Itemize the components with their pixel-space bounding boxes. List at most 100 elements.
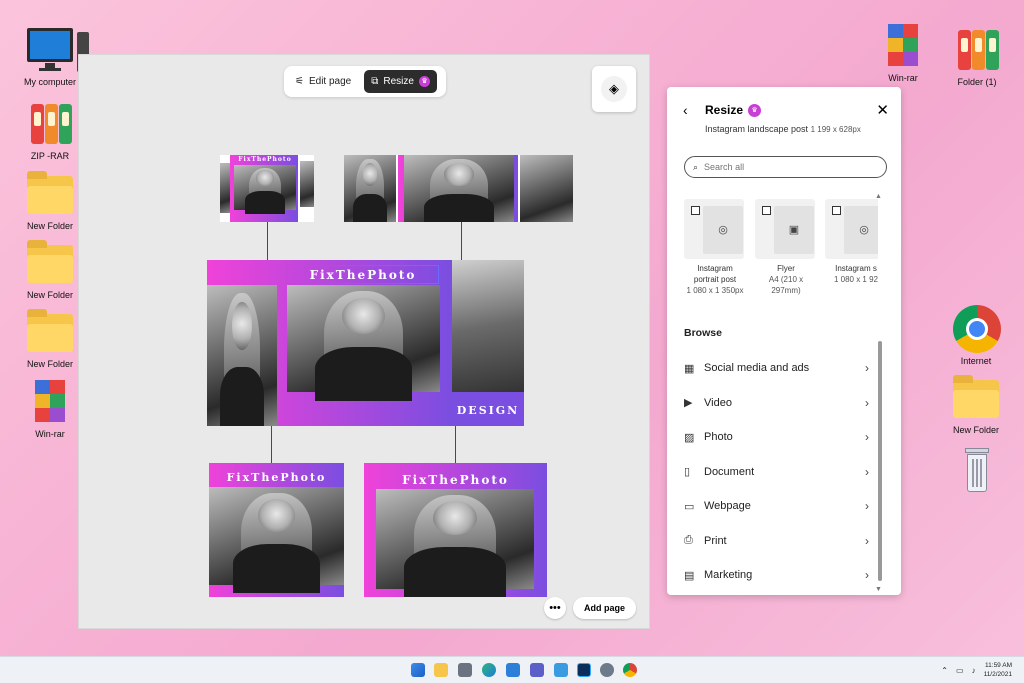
brand-text: FixThePhoto [226,471,327,484]
resize-button[interactable]: ⧉ Resize ♛ [364,70,437,93]
document-icon: ▯ [684,466,691,479]
photos-icon[interactable] [554,663,568,677]
connector-line [271,425,272,463]
browse-item-label: Photo [704,431,733,444]
browse-item-marketing[interactable]: ▤ Marketing › [684,558,869,593]
page-thumbnail-small[interactable]: FixThePhoto DESIGN [220,155,314,222]
desktop-icon-new-folder-1[interactable]: New Folder [15,170,85,231]
template-name: Instagram portrait post [693,264,737,284]
browse-item-webpage[interactable]: ▭ Webpage › [684,489,869,524]
template-card-flyer[interactable]: ▣ Flyer A4 (210 x 297mm) [755,199,817,296]
scroll-up-icon[interactable]: ▲ [875,193,882,200]
close-icon[interactable]: ✕ [876,101,889,119]
chevron-right-icon: › [865,533,869,548]
volume-icon[interactable]: ♪ [972,666,976,675]
scrollbar-thumb[interactable] [878,341,882,581]
search-field[interactable]: ⌕ [684,156,887,178]
desktop-icon-label: ZIP -RAR [30,151,70,161]
browse-item-print[interactable]: ⎙ Print › [684,524,869,559]
current-format-name: Instagram landscape post [705,124,809,134]
network-icon[interactable]: ▭ [956,666,964,675]
desktop-icon-new-folder-right[interactable]: New Folder [941,374,1011,435]
instagram-icon: ◎ [844,206,878,254]
premium-crown-icon: ♛ [748,103,762,117]
template-card-instagram-story[interactable]: ◎ Instagram s 1 080 x 1 92 [825,199,878,285]
template-dims: 1 080 x 1 92 [833,275,878,284]
search-input[interactable] [704,162,855,172]
teams-icon[interactable] [530,663,544,677]
system-tray: ⌃ ▭ ♪ 11:59 AM 11/2/2021 [941,661,1012,679]
store-icon[interactable] [506,663,520,677]
page-actions: ••• Add page [543,597,636,619]
browse-item-social-media[interactable]: ▦ Social media and ads › [684,351,869,386]
folder-icon [25,308,75,356]
scroll-down-icon[interactable]: ▼ [875,586,882,593]
page-thumbnail-wide[interactable] [344,155,573,222]
camera-icon[interactable] [458,663,472,677]
layers-button[interactable]: ◈ [592,66,636,112]
chevron-right-icon: › [865,395,869,410]
chevron-right-icon: › [865,499,869,514]
marketing-icon: ▤ [684,569,695,582]
back-arrow-icon[interactable]: ‹ [683,102,701,118]
folder-icon [25,170,75,218]
instagram-icon: ◎ [703,206,743,254]
settings-icon[interactable] [600,663,614,677]
search-icon: ⌕ [693,161,699,172]
template-checkbox[interactable] [691,206,700,215]
winrar-icon [25,378,75,426]
desktop-icon-label: New Folder [26,359,73,369]
page-main-landscape[interactable]: FixThePhoto DESIGN [207,260,524,426]
template-checkbox[interactable] [832,206,841,215]
resize-label: Resize [383,76,414,87]
page-thumbnail-bottom-left[interactable]: FixThePhoto [209,463,344,597]
taskbar: ⌃ ▭ ♪ 11:59 AM 11/2/2021 [0,656,1024,683]
page-thumbnail-bottom-right[interactable]: FixThePhoto [364,463,547,597]
browse-list: ▦ Social media and ads › ▶ Video › ▨ Pho… [684,351,869,593]
browse-item-document[interactable]: ▯ Document › [684,455,869,490]
chrome-icon[interactable] [623,663,637,677]
edge-icon[interactable] [482,663,496,677]
desktop-icon-my-computer[interactable]: My computer [15,26,89,87]
panel-scrollbar[interactable]: ▲ ▼ [875,193,882,593]
binders-icon [952,26,1002,74]
desktop-icon-recycle-bin[interactable] [941,446,1011,497]
premium-crown-icon: ♛ [418,76,430,87]
social-media-icon: ▦ [684,362,695,375]
webpage-icon: ▭ [684,500,695,513]
monitor-icon [25,26,89,74]
template-checkbox[interactable] [762,206,771,215]
desktop-icon-winrar-left[interactable]: Win-rar [15,378,85,439]
editor-window: ⚟ Edit page ⧉ Resize ♛ ◈ FixThePhoto DES… [78,54,650,629]
desktop-icon-label: My computer [23,77,76,87]
desktop-icon-internet[interactable]: Internet [941,305,1011,366]
browse-item-photo[interactable]: ▨ Photo › [684,420,869,455]
browse-item-label: Marketing [704,569,753,582]
template-name: Flyer [777,264,795,273]
edit-page-button[interactable]: ⚟ Edit page [288,70,358,93]
winrar-icon [878,22,928,70]
layers-icon: ◈ [601,76,627,102]
more-options-button[interactable]: ••• [543,597,566,619]
start-icon[interactable] [411,663,425,677]
desktop-icon-zip-rar[interactable]: ZIP -RAR [15,100,85,161]
desktop-icon-folder-1[interactable]: Folder (1) [942,26,1012,87]
desktop-icon-new-folder-3[interactable]: New Folder [15,308,85,369]
clock[interactable]: 11:59 AM 11/2/2021 [984,661,1012,679]
connector-line [267,222,268,262]
file-explorer-icon[interactable] [434,663,448,677]
template-card-instagram-portrait[interactable]: ◎ Instagram portrait post 1 080 x 1 350p… [684,199,746,296]
desktop-icon-label: Folder (1) [957,77,997,87]
browse-item-video[interactable]: ▶ Video › [684,386,869,421]
chevron-up-icon[interactable]: ⌃ [941,666,948,675]
current-format: Instagram landscape post 1 199 x 628px [705,123,865,136]
photoshop-icon[interactable] [577,663,591,677]
desktop-icon-label: New Folder [952,425,999,435]
desktop-icon-new-folder-2[interactable]: New Folder [15,239,85,300]
browse-item-label: Document [704,465,755,478]
browse-item-label: Webpage [704,500,751,513]
clock-date: 11/2/2021 [983,671,1012,678]
chevron-right-icon: › [865,430,869,445]
add-page-button[interactable]: Add page [572,597,636,619]
desktop-icon-winrar-right[interactable]: Win-rar [868,22,938,83]
